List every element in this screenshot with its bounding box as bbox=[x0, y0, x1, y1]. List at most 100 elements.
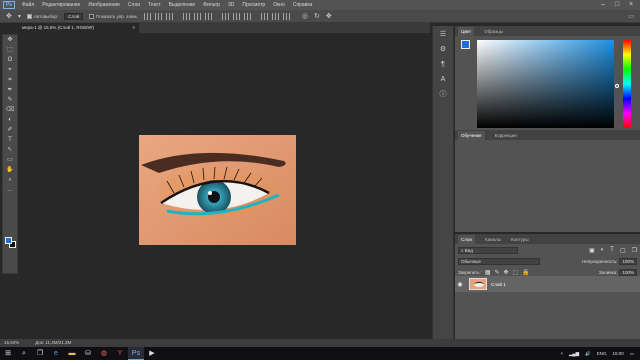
maximize-icon[interactable]: □ bbox=[610, 0, 624, 10]
media-icon[interactable]: ▶ bbox=[144, 347, 160, 360]
paragraph-icon[interactable]: ¶ bbox=[436, 59, 450, 71]
autoselect-checkbox[interactable] bbox=[26, 13, 32, 19]
explorer-icon[interactable]: ▬ bbox=[64, 347, 80, 360]
tab-learn[interactable]: Обучение bbox=[458, 130, 485, 140]
tab-adjustments[interactable]: Коррекция bbox=[495, 133, 517, 138]
shape-tool-icon[interactable]: ▭ bbox=[3, 155, 17, 165]
distribute-right-icon[interactable] bbox=[282, 12, 290, 20]
yandex-icon[interactable]: Y bbox=[112, 347, 128, 360]
tab-color[interactable]: Цвет bbox=[458, 26, 475, 36]
tab-close-icon[interactable]: × bbox=[132, 23, 135, 33]
transform-checkbox[interactable] bbox=[89, 13, 95, 19]
chrome-icon[interactable]: ◍ bbox=[96, 347, 112, 360]
edge-icon[interactable]: e bbox=[48, 347, 64, 360]
start-icon[interactable]: ⊞ bbox=[0, 347, 16, 360]
more-tools-icon[interactable]: … bbox=[3, 185, 17, 195]
hand-tool-icon[interactable]: ✋ bbox=[3, 165, 17, 175]
photoshop-icon[interactable]: Ps bbox=[128, 347, 144, 360]
tab-paths[interactable]: Контуры bbox=[511, 237, 529, 242]
hue-slider[interactable] bbox=[623, 40, 631, 128]
history-icon[interactable]: ☰ bbox=[436, 29, 450, 41]
move-tool-icon[interactable]: ✥ bbox=[6, 12, 12, 20]
filter-type-icon[interactable]: T bbox=[610, 247, 614, 254]
crop-tool-icon[interactable]: ⌗ bbox=[3, 75, 17, 85]
autoselect-select[interactable]: Слой bbox=[64, 12, 84, 20]
clock[interactable]: 15:00 bbox=[612, 351, 623, 356]
lock-transparency-icon[interactable]: ▦ bbox=[485, 269, 491, 276]
notifications-icon[interactable]: ▭ bbox=[630, 351, 634, 357]
menu-type[interactable]: Текст bbox=[144, 0, 165, 10]
menu-filter[interactable]: Фильтр bbox=[199, 0, 224, 10]
align-right-icon[interactable] bbox=[243, 12, 251, 20]
zoom-level[interactable]: 15,62% bbox=[4, 339, 19, 347]
tray-chevron-icon[interactable]: ˄ bbox=[560, 351, 563, 356]
align-center-icon[interactable] bbox=[232, 12, 240, 20]
minimize-icon[interactable]: – bbox=[596, 0, 610, 10]
menu-edit[interactable]: Редактирование bbox=[38, 0, 84, 10]
menu-view[interactable]: Просмотр bbox=[238, 0, 269, 10]
distribute-middle-icon[interactable] bbox=[193, 12, 201, 20]
menu-3d[interactable]: 3D bbox=[224, 0, 238, 10]
distribute-top-icon[interactable] bbox=[182, 12, 190, 20]
lock-all-icon[interactable]: 🔒 bbox=[522, 269, 529, 276]
task-view-icon[interactable]: ❐ bbox=[32, 347, 48, 360]
filter-pixel-icon[interactable]: ▣ bbox=[589, 247, 595, 254]
eyedropper-tool-icon[interactable]: ✒ bbox=[3, 85, 17, 95]
3d-mode-icon[interactable]: ◎ bbox=[302, 12, 308, 20]
foreground-color-swatch[interactable] bbox=[5, 237, 12, 244]
tab-layers[interactable]: Слои bbox=[458, 234, 475, 244]
lock-position-icon[interactable]: ✥ bbox=[504, 269, 509, 276]
align-bottom-icon[interactable] bbox=[165, 12, 173, 20]
dodge-tool-icon[interactable]: ◐ bbox=[3, 115, 17, 125]
tab-channels[interactable]: Каналы bbox=[485, 237, 501, 242]
menu-layers[interactable]: Слои bbox=[124, 0, 144, 10]
type-tool-icon[interactable]: T bbox=[3, 135, 17, 145]
menu-select[interactable]: Выделение bbox=[165, 0, 200, 10]
pen-tool-icon[interactable]: ✐ bbox=[3, 125, 17, 135]
menu-help[interactable]: Справка bbox=[289, 0, 317, 10]
lasso-tool-icon[interactable]: ʘ bbox=[3, 55, 17, 65]
close-icon[interactable]: × bbox=[624, 0, 638, 10]
3d-pan-icon[interactable]: ✥ bbox=[326, 12, 332, 20]
align-top-icon[interactable] bbox=[143, 12, 151, 20]
color-swatches-icon[interactable] bbox=[461, 40, 475, 54]
opacity-input[interactable]: 100% bbox=[619, 258, 637, 265]
blend-mode-select[interactable]: Обычные bbox=[458, 258, 540, 265]
distribute-left-icon[interactable] bbox=[260, 12, 268, 20]
marquee-tool-icon[interactable]: ⬚ bbox=[3, 45, 17, 55]
color-picker-field[interactable] bbox=[477, 40, 614, 128]
network-icon[interactable]: ▂▄▆ bbox=[569, 351, 579, 357]
character-icon[interactable]: A bbox=[436, 74, 450, 86]
filter-shape-icon[interactable]: ▢ bbox=[620, 247, 626, 254]
color-picker-cursor[interactable] bbox=[615, 84, 619, 88]
filter-smart-icon[interactable]: ❐ bbox=[632, 247, 637, 254]
keyboard-lang[interactable]: ENG bbox=[597, 351, 607, 356]
volume-icon[interactable]: 🔊 bbox=[585, 351, 591, 357]
fill-input[interactable]: 100% bbox=[619, 269, 637, 276]
store-icon[interactable]: ⛁ bbox=[80, 347, 96, 360]
menu-file[interactable]: Файл bbox=[18, 0, 38, 10]
filter-adjust-icon[interactable]: ◐ bbox=[601, 247, 605, 254]
align-middle-icon[interactable] bbox=[154, 12, 162, 20]
lock-artboard-icon[interactable]: ⬚ bbox=[513, 269, 519, 276]
move-tool-icon[interactable]: ✥ bbox=[3, 35, 17, 45]
quick-select-tool-icon[interactable]: ⌖ bbox=[3, 65, 17, 75]
menu-window[interactable]: Окно bbox=[269, 0, 289, 10]
tab-swatches[interactable]: Образцы bbox=[484, 29, 503, 34]
chevron-down-icon[interactable]: ▾ bbox=[18, 13, 21, 20]
workspace-icon[interactable]: ▭ bbox=[628, 13, 634, 20]
path-select-tool-icon[interactable]: ↖ bbox=[3, 145, 17, 155]
eye-icon[interactable]: ◉ bbox=[455, 281, 465, 288]
document-tab[interactable]: мера-1 @ 15,6% (Слой 1, RGB/8#) × bbox=[19, 23, 139, 33]
layer-row[interactable]: ◉ Слой 1 bbox=[455, 276, 640, 292]
kind-filter-select[interactable]: ⌕ Вид bbox=[458, 246, 518, 254]
distribute-center-icon[interactable] bbox=[271, 12, 279, 20]
distribute-bottom-icon[interactable] bbox=[204, 12, 212, 20]
eraser-tool-icon[interactable]: ⌫ bbox=[3, 105, 17, 115]
3d-rotate-icon[interactable]: ↻ bbox=[314, 12, 320, 20]
zoom-tool-icon[interactable]: ⌕ bbox=[3, 175, 17, 185]
info-icon[interactable]: ⓘ bbox=[436, 89, 450, 101]
brush-tool-icon[interactable]: ✎ bbox=[3, 95, 17, 105]
search-icon[interactable]: ⌕ bbox=[16, 347, 32, 360]
menu-image[interactable]: Изображение bbox=[84, 0, 124, 10]
